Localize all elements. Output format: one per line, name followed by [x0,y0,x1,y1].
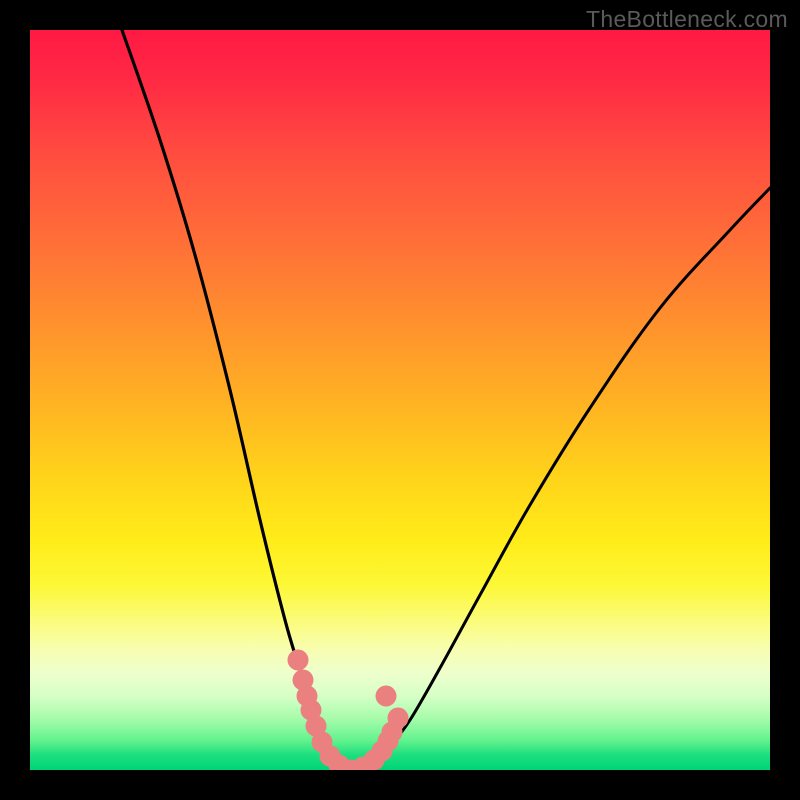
watermark-text: TheBottleneck.com [586,6,788,33]
curve-marker [388,708,409,729]
right-curve [346,188,770,770]
left-curve [122,30,346,770]
chart-container: TheBottleneck.com [0,0,800,800]
curve-marker [288,650,309,671]
curve-markers [288,650,409,771]
chart-svg [30,30,770,770]
curve-marker [376,686,397,707]
